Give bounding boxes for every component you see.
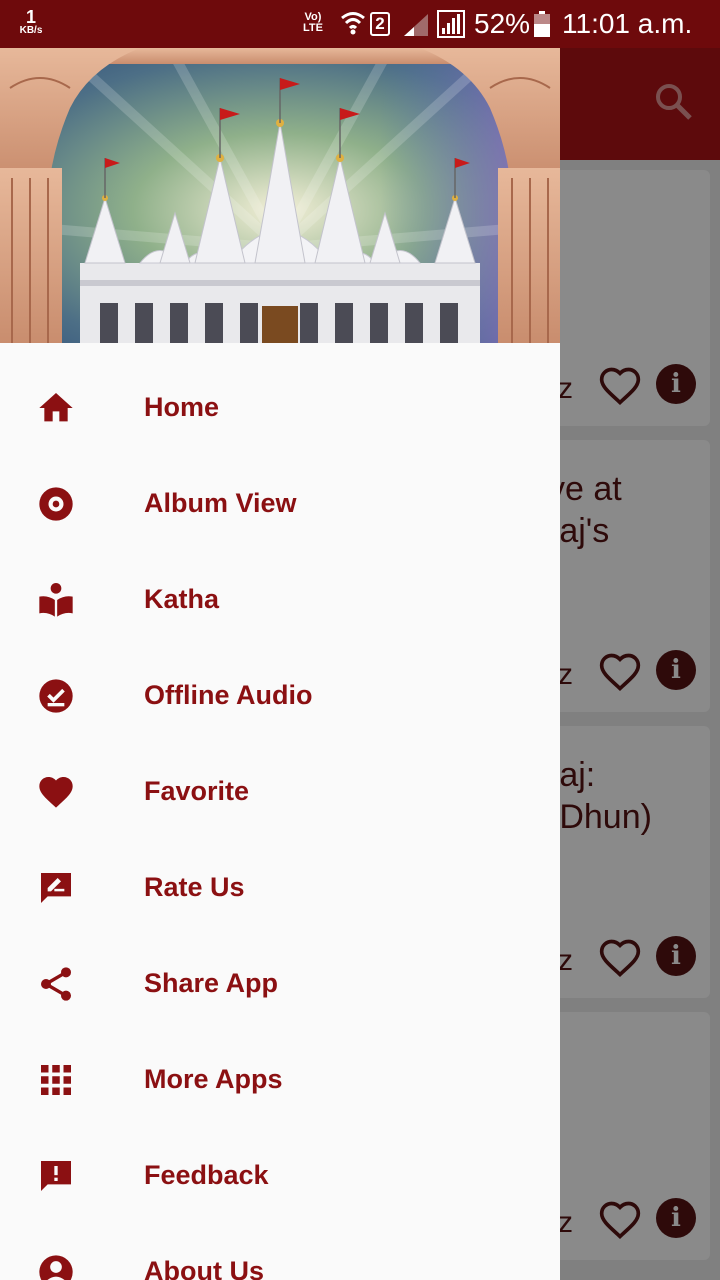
menu-item-label: Feedback xyxy=(144,1160,269,1190)
menu-item-label: Rate Us xyxy=(144,872,245,902)
card-title: raj: (Dhun) xyxy=(548,756,652,836)
volte-indicator: Vo) LTE xyxy=(303,12,323,34)
info-icon[interactable]: i xyxy=(656,1198,696,1238)
menu-item-album-view[interactable]: Album View xyxy=(0,456,560,552)
network-speed-unit: KB/s xyxy=(19,25,43,36)
list-item[interactable]: z i xyxy=(548,1012,710,1260)
menu-item-home[interactable]: Home xyxy=(0,360,560,456)
battery-icon xyxy=(534,11,550,37)
menu-item-label: Offline Audio xyxy=(144,680,313,710)
info-icon[interactable]: i xyxy=(656,364,696,404)
home-icon xyxy=(39,393,73,422)
menu-item-share-app[interactable]: Share App xyxy=(0,936,560,1032)
list-item[interactable]: z i xyxy=(548,170,710,426)
clock: 11:01 a.m. xyxy=(562,8,693,39)
book-reader-icon xyxy=(39,583,73,617)
heart-outline-icon[interactable] xyxy=(598,1198,642,1242)
signal-icon xyxy=(437,10,465,38)
overflow-icon[interactable]: z xyxy=(558,944,573,978)
menu-item-more-apps[interactable]: More Apps xyxy=(0,1032,560,1128)
card-actions: z i xyxy=(558,1198,698,1242)
feedback-icon xyxy=(41,1161,71,1191)
share-icon xyxy=(41,967,71,1001)
menu-item-about-us[interactable]: About Us xyxy=(0,1224,560,1280)
heart-outline-icon[interactable] xyxy=(598,364,642,408)
menu-item-label: Katha xyxy=(144,584,220,614)
list-item[interactable]: raj: (Dhun) z i xyxy=(548,726,710,998)
offline-check-icon xyxy=(39,679,73,713)
signal-icon xyxy=(404,14,428,36)
card-actions: z i xyxy=(558,650,698,694)
menu-item-label: About Us xyxy=(144,1256,264,1280)
account-icon xyxy=(39,1255,73,1280)
navigation-drawer: Home Album View Katha Offline Audio Favo… xyxy=(0,48,560,1280)
heart-outline-icon[interactable] xyxy=(598,650,642,694)
network-speed-value: 1 xyxy=(25,7,36,27)
menu-item-rate-us[interactable]: Rate Us xyxy=(0,840,560,936)
info-icon[interactable]: i xyxy=(656,936,696,976)
drawer-header-image xyxy=(0,48,560,343)
album-icon xyxy=(39,487,73,521)
status-bar: 1 KB/s Vo) LTE 2 52% 11:01 a.m. xyxy=(0,0,720,48)
menu-item-favorite[interactable]: Favorite xyxy=(0,744,560,840)
overflow-icon[interactable]: z xyxy=(558,1206,573,1240)
menu-item-katha[interactable]: Katha xyxy=(0,552,560,648)
menu-item-offline-audio[interactable]: Offline Audio xyxy=(0,648,560,744)
overflow-icon[interactable]: z xyxy=(558,658,573,692)
drawer-menu: Home Album View Katha Offline Audio Favo… xyxy=(0,360,560,1280)
menu-item-label: Album View xyxy=(144,488,297,518)
rate-icon xyxy=(41,873,71,903)
sim-indicator: 2 xyxy=(370,12,390,36)
network-speed: 1 KB/s xyxy=(14,8,48,36)
card-actions: z i xyxy=(558,936,698,980)
menu-item-label: Favorite xyxy=(144,776,250,806)
heart-outline-icon[interactable] xyxy=(598,936,642,980)
menu-item-label: Home xyxy=(144,392,220,422)
card-actions: z i xyxy=(558,364,698,408)
apps-grid-icon xyxy=(41,1065,71,1095)
battery-percent: 52% xyxy=(474,8,531,39)
temple-illustration xyxy=(0,48,560,343)
menu-item-label: More Apps xyxy=(144,1064,283,1094)
heart-icon xyxy=(39,777,73,808)
menu-item-label: Share App xyxy=(144,968,279,998)
card-title: ve at raj's xyxy=(548,470,622,550)
info-icon[interactable]: i xyxy=(656,650,696,690)
overflow-icon[interactable]: z xyxy=(558,372,573,406)
list-item[interactable]: ve at raj's z i xyxy=(548,440,710,712)
wifi-icon xyxy=(341,12,365,35)
search-icon[interactable] xyxy=(654,82,694,122)
lte-label: LTE xyxy=(303,22,323,34)
menu-item-feedback[interactable]: Feedback xyxy=(0,1128,560,1224)
